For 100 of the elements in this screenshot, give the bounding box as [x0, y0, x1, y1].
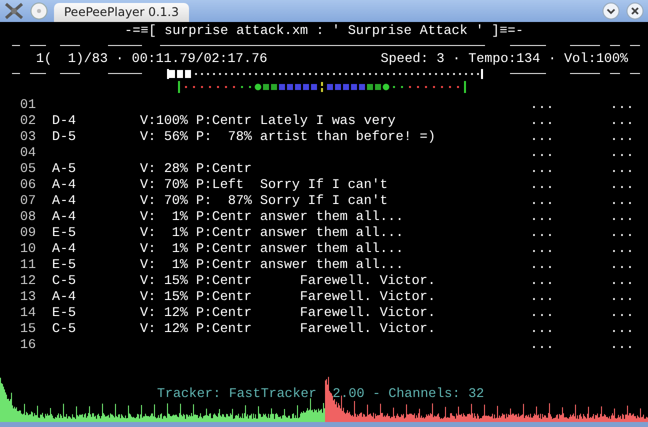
note-cell: A-4	[52, 193, 76, 208]
sample-text: Farewell. Victor.	[298, 305, 436, 320]
table-cell: ...	[610, 305, 634, 320]
note-cell: A-4	[52, 209, 76, 224]
table-cell: ...	[530, 257, 554, 272]
panning-cell: P: 87%	[196, 193, 252, 208]
table-cell: ...	[610, 161, 634, 176]
table-cell: ...	[530, 113, 554, 128]
table-cell: ...	[530, 129, 554, 144]
table-cell: ...	[610, 241, 634, 256]
volume-cell: V: 70%	[140, 193, 188, 208]
row-number: 13	[20, 289, 37, 305]
table-cell: ...	[610, 209, 634, 224]
note-cell: D-4	[52, 113, 76, 128]
table-cell: ...	[530, 225, 554, 240]
volume-cell: V: 12%	[140, 305, 188, 320]
song-title: -=≡[ surprise attack.xm : ' Surprise Attack ' ]≡=-	[124, 23, 524, 38]
table-cell: ...	[530, 193, 554, 208]
row-number: 05	[20, 161, 37, 177]
minimize-icon[interactable]	[602, 2, 620, 20]
row-number: 11	[20, 257, 37, 273]
row-number: 10	[20, 241, 37, 257]
row-number: 06	[20, 177, 37, 193]
sample-text: Farewell. Victor.	[298, 273, 436, 288]
panning-cell: P:Centr	[196, 241, 252, 256]
volume-cell: V: 70%	[140, 177, 188, 192]
note-cell: E-5	[52, 257, 76, 272]
sample-text: answer them all...	[260, 209, 404, 224]
table-cell: ...	[530, 273, 554, 288]
volume-cell: V: 1%	[140, 257, 188, 272]
table-cell: ...	[610, 145, 634, 160]
table-cell: ...	[530, 209, 554, 224]
volume-cell: V: 28%	[140, 161, 188, 176]
note-cell: C-5	[52, 321, 76, 336]
row-number: 08	[20, 209, 37, 225]
table-cell: ...	[610, 257, 634, 272]
row-number: 01	[20, 97, 37, 113]
panning-cell: P: 78%	[196, 129, 252, 144]
table-cell: ...	[610, 321, 634, 336]
sample-text: artist than before! =)	[260, 129, 436, 144]
panning-cell: P:Centr	[196, 273, 252, 288]
table-cell: ...	[610, 177, 634, 192]
row-number: 14	[20, 305, 37, 321]
table-cell: ...	[530, 145, 554, 160]
sample-text: Farewell. Victor.	[298, 289, 436, 304]
row-number: 12	[20, 273, 37, 289]
panning-cell: P:Centr	[196, 113, 252, 128]
table-cell: ...	[610, 289, 634, 304]
volume-cell: V: 56%	[140, 129, 188, 144]
note-cell: D-5	[52, 129, 76, 144]
table-cell: ...	[610, 225, 634, 240]
row-number: 04	[20, 145, 37, 161]
volume-cell: V: 1%	[140, 209, 188, 224]
volume-cell: V: 15%	[140, 273, 188, 288]
volume-cell: V: 1%	[140, 241, 188, 256]
row-number: 07	[20, 193, 37, 209]
sample-text: answer them all...	[260, 241, 404, 256]
note-cell: A-4	[52, 177, 76, 192]
table-cell: ...	[530, 97, 554, 112]
row-number: 02	[20, 113, 37, 129]
table-cell: ...	[530, 321, 554, 336]
status-text: Tracker: FastTracker 2.00 - Channels: 32	[157, 386, 484, 401]
window-title[interactable]: PeePeePlayer 0.1.3	[54, 3, 189, 22]
row-number: 09	[20, 225, 37, 241]
table-cell: ...	[610, 129, 634, 144]
sample-text: answer them all...	[260, 257, 404, 272]
sample-text: Sorry If I can't	[260, 193, 388, 208]
volume-cell: V:100%	[140, 113, 188, 128]
row-number: 03	[20, 129, 37, 145]
close-icon[interactable]	[626, 2, 644, 20]
sample-text: Farewell. Victor.	[298, 321, 436, 336]
panning-cell: P:Centr	[196, 289, 252, 304]
row-number: 16	[20, 337, 37, 353]
table-cell: ...	[530, 337, 554, 352]
note-cell: A-4	[52, 241, 76, 256]
note-cell: E-5	[52, 225, 76, 240]
panning-cell: P:Centr	[196, 161, 252, 176]
table-cell: ...	[530, 161, 554, 176]
panning-cell: P:Left	[196, 177, 244, 192]
note-cell: A-4	[52, 289, 76, 304]
volume-cell: V: 12%	[140, 321, 188, 336]
volume-cell: V: 1%	[140, 225, 188, 240]
table-cell: ...	[530, 289, 554, 304]
sample-text: Lately I was very	[260, 113, 396, 128]
position-text: 1( 1)/83 · 00:11.79/02:17.76	[36, 51, 268, 67]
table-cell: ...	[610, 193, 634, 208]
volume-cell: V: 15%	[140, 289, 188, 304]
note-cell: C-5	[52, 273, 76, 288]
table-cell: ...	[610, 113, 634, 128]
sample-text: Sorry If I can't	[260, 177, 388, 192]
panning-cell: P:Centr	[196, 257, 252, 272]
panning-cell: P:Centr	[196, 305, 252, 320]
panning-cell: P:Centr	[196, 225, 252, 240]
panning-cell: P:Centr	[196, 209, 252, 224]
panning-cell: P:Centr	[196, 321, 252, 336]
app-icon[interactable]	[4, 2, 24, 20]
note-cell: E-5	[52, 305, 76, 320]
note-cell: A-5	[52, 161, 76, 176]
sample-text: answer them all...	[260, 225, 404, 240]
table-cell: ...	[530, 177, 554, 192]
